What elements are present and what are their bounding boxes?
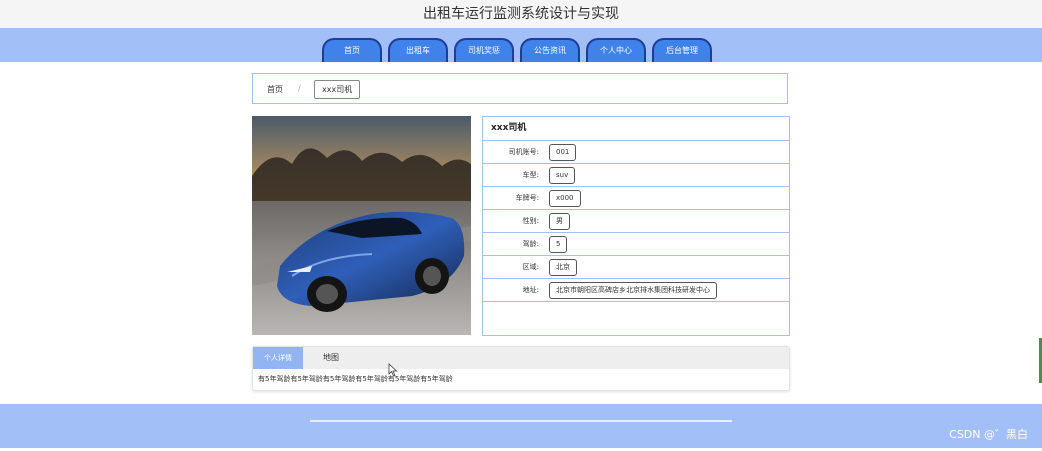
breadcrumb-separator: / — [298, 84, 301, 93]
footer: CSDN @゛黑白 — [0, 404, 1042, 448]
nav-tab-taxi[interactable]: 出租车 — [388, 38, 448, 62]
breadcrumb-home-link[interactable]: 首页 — [267, 84, 283, 95]
detail-tab-content: 有5年驾龄有5年驾龄有5年驾龄有5年驾龄有5年驾龄有5年驾龄 — [258, 375, 453, 383]
driver-name: xxx司机 — [483, 117, 789, 141]
car-photo-image — [252, 116, 471, 335]
mouse-pointer-icon — [388, 362, 398, 381]
field-value-address: 北京市朝阳区高碑店乡北京排水集团科技研发中心 — [549, 282, 717, 299]
breadcrumb-current: xxx司机 — [314, 80, 361, 99]
footer-divider — [310, 420, 732, 422]
tab-map[interactable]: 地图 — [323, 347, 339, 369]
field-label-address: 地址: — [522, 286, 539, 294]
field-label-region: 区域: — [522, 263, 539, 271]
field-label-gender: 性别: — [522, 217, 539, 225]
main-nav: 首页 出租车 司机奖惩 公告资讯 个人中心 后台管理 — [0, 28, 1042, 62]
driver-car-photo — [252, 116, 471, 335]
driver-info-panel: xxx司机 司机账号: 001 车型: suv 车牌号: x000 性别: 男 … — [482, 116, 790, 336]
field-value-account: 001 — [549, 144, 577, 161]
detail-tabs-header: 个人详情 地图 — [253, 347, 789, 369]
info-row-account: 司机账号: 001 — [483, 141, 789, 164]
field-label-car-model: 车型: — [522, 171, 539, 179]
breadcrumb: 首页 / xxx司机 — [252, 73, 788, 104]
csdn-watermark: CSDN @゛黑白 — [949, 428, 1028, 441]
info-row-car-model: 车型: suv — [483, 164, 789, 187]
nav-tab-profile[interactable]: 个人中心 — [586, 38, 646, 62]
info-row-region: 区域: 北京 — [483, 256, 789, 279]
nav-tab-admin[interactable]: 后台管理 — [652, 38, 712, 62]
nav-tabs: 首页 出租车 司机奖惩 公告资讯 个人中心 后台管理 — [322, 38, 718, 62]
info-row-address: 地址: 北京市朝阳区高碑店乡北京排水集团科技研发中心 — [483, 279, 789, 302]
field-value-plate: x000 — [549, 190, 581, 207]
title-bar: 出租车运行监测系统设计与实现 — [0, 0, 1042, 28]
field-label-plate: 车牌号: — [515, 194, 539, 202]
info-row-experience: 驾龄: 5 — [483, 233, 789, 256]
field-value-car-model: suv — [549, 167, 576, 184]
nav-tab-driver-rewards[interactable]: 司机奖惩 — [454, 38, 514, 62]
page-title: 出租车运行监测系统设计与实现 — [423, 6, 619, 22]
field-label-account: 司机账号: — [508, 148, 539, 156]
field-label-experience: 驾龄: — [522, 240, 539, 248]
field-value-gender: 男 — [549, 213, 570, 230]
info-row-plate: 车牌号: x000 — [483, 187, 789, 210]
field-value-experience: 5 — [549, 236, 568, 253]
nav-tab-home[interactable]: 首页 — [322, 38, 382, 62]
nav-tab-announcements[interactable]: 公告资讯 — [520, 38, 580, 62]
field-value-region: 北京 — [549, 259, 577, 276]
info-row-gender: 性别: 男 — [483, 210, 789, 233]
tab-personal-details[interactable]: 个人详情 — [253, 347, 303, 369]
detail-tabs: 个人详情 地图 有5年驾龄有5年驾龄有5年驾龄有5年驾龄有5年驾龄有5年驾龄 — [252, 346, 790, 391]
